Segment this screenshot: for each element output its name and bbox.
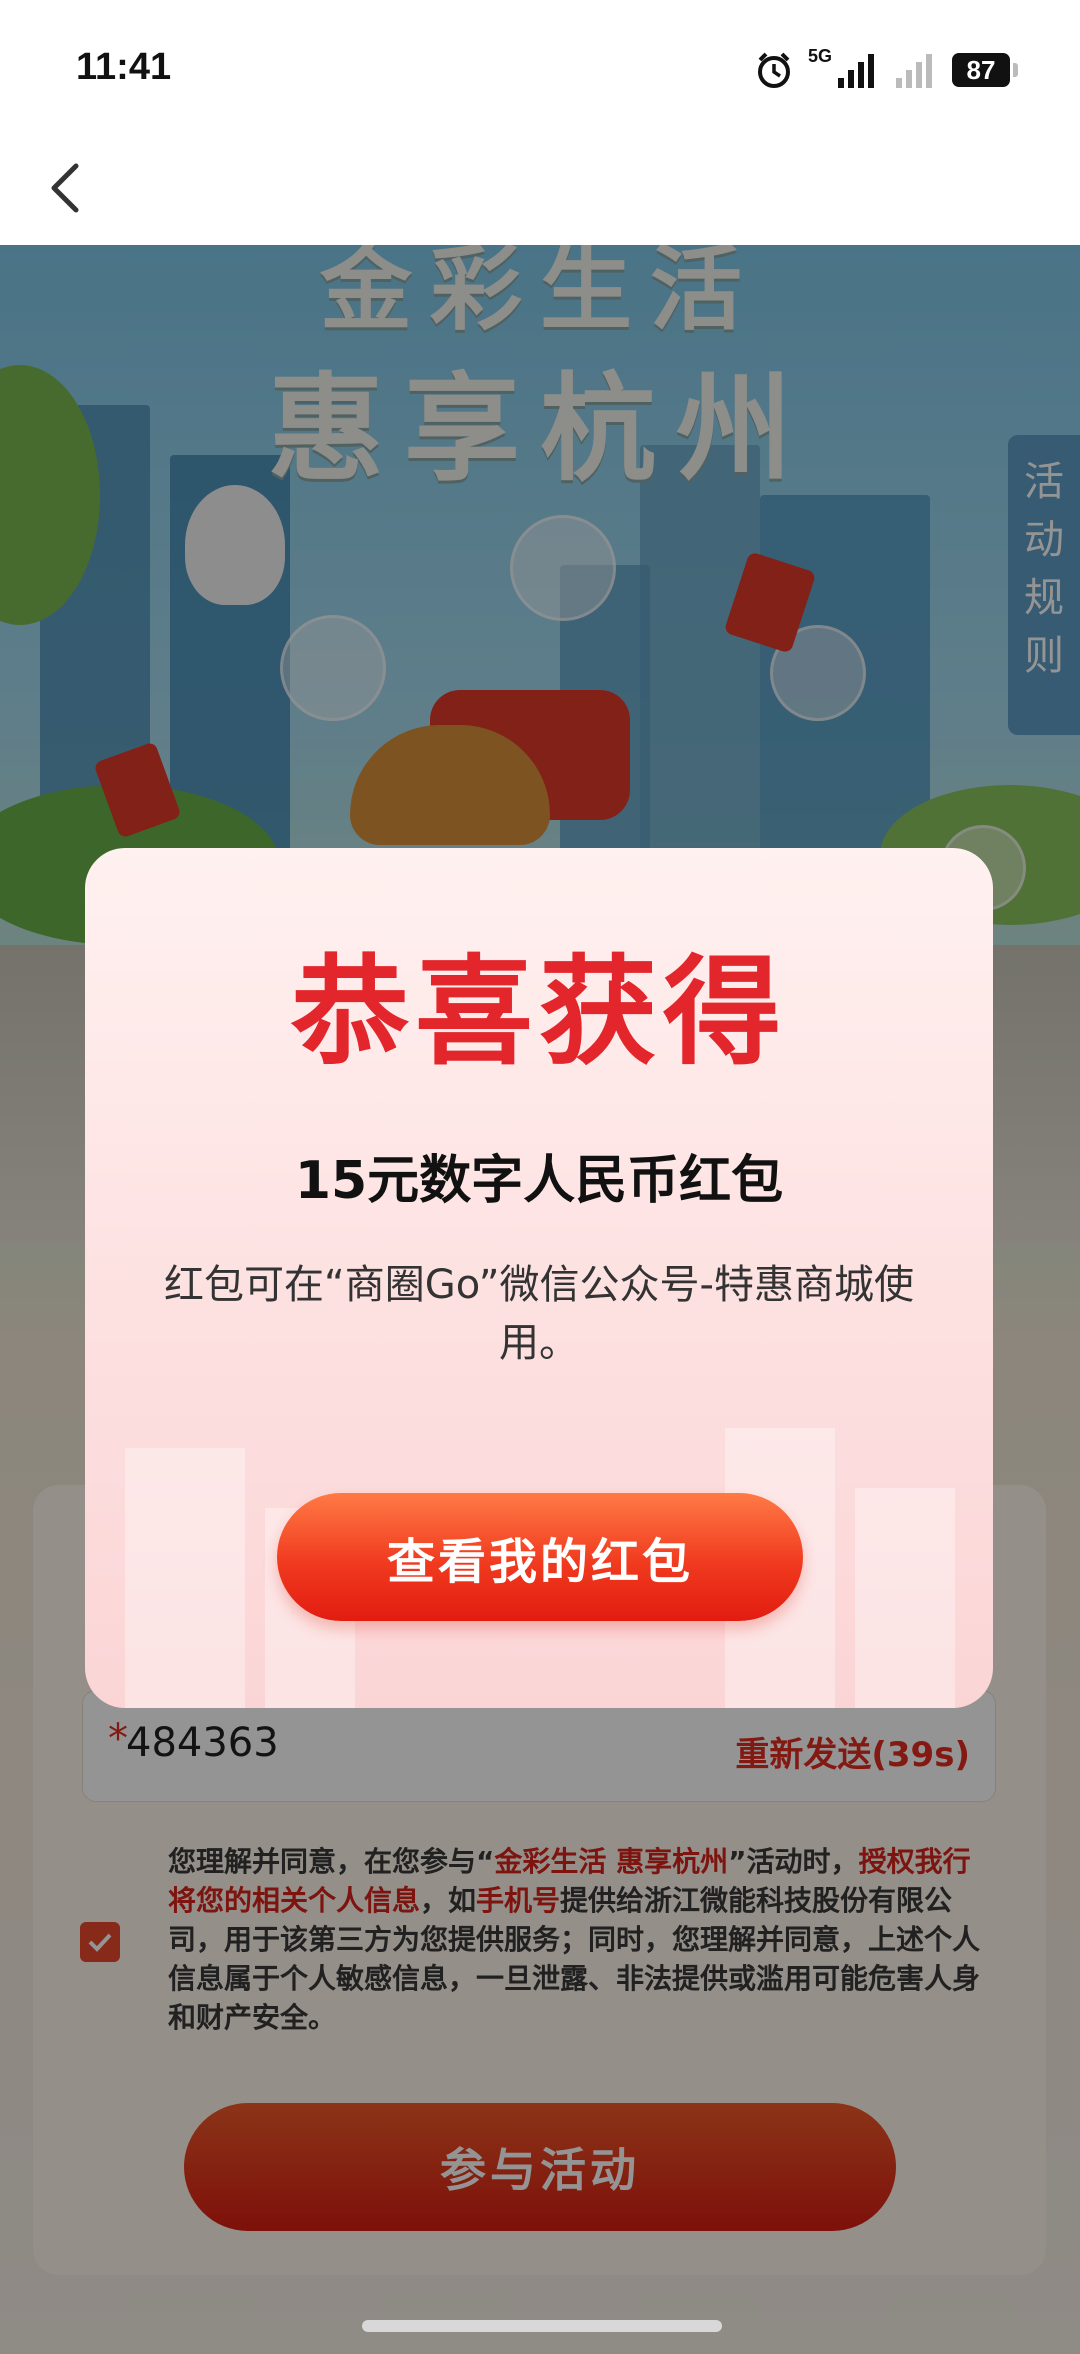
signal-weak-icon: [896, 54, 932, 88]
home-indicator[interactable]: [362, 2320, 722, 2332]
signal-icon: [838, 54, 874, 88]
alarm-icon: [757, 52, 790, 88]
status-time: 11:41: [76, 46, 172, 88]
modal-decoration: [855, 1488, 955, 1708]
nav-bar: [0, 140, 1080, 245]
reward-description: 红包可在“商圈Go”微信公众号-特惠商城使用。: [164, 1262, 914, 1366]
back-arrow-icon[interactable]: [40, 152, 90, 224]
status-icons: 5G 87: [754, 46, 1018, 94]
modal-title: 恭喜获得: [290, 943, 787, 1081]
reward-modal: 恭喜获得 15元数字人民币红包 红包可在“商圈Go”微信公众号-特惠商城使用。 …: [85, 848, 993, 1708]
network-label: 5G: [807, 46, 832, 66]
modal-decoration: [125, 1448, 245, 1708]
reward-amount: 15元数字人民币红包: [294, 1151, 784, 1211]
status-bar: 11:41 5G 87: [0, 0, 1080, 140]
view-red-packet-button[interactable]: 查看我的红包: [277, 1493, 803, 1621]
battery-indicator: 87: [952, 53, 1018, 87]
